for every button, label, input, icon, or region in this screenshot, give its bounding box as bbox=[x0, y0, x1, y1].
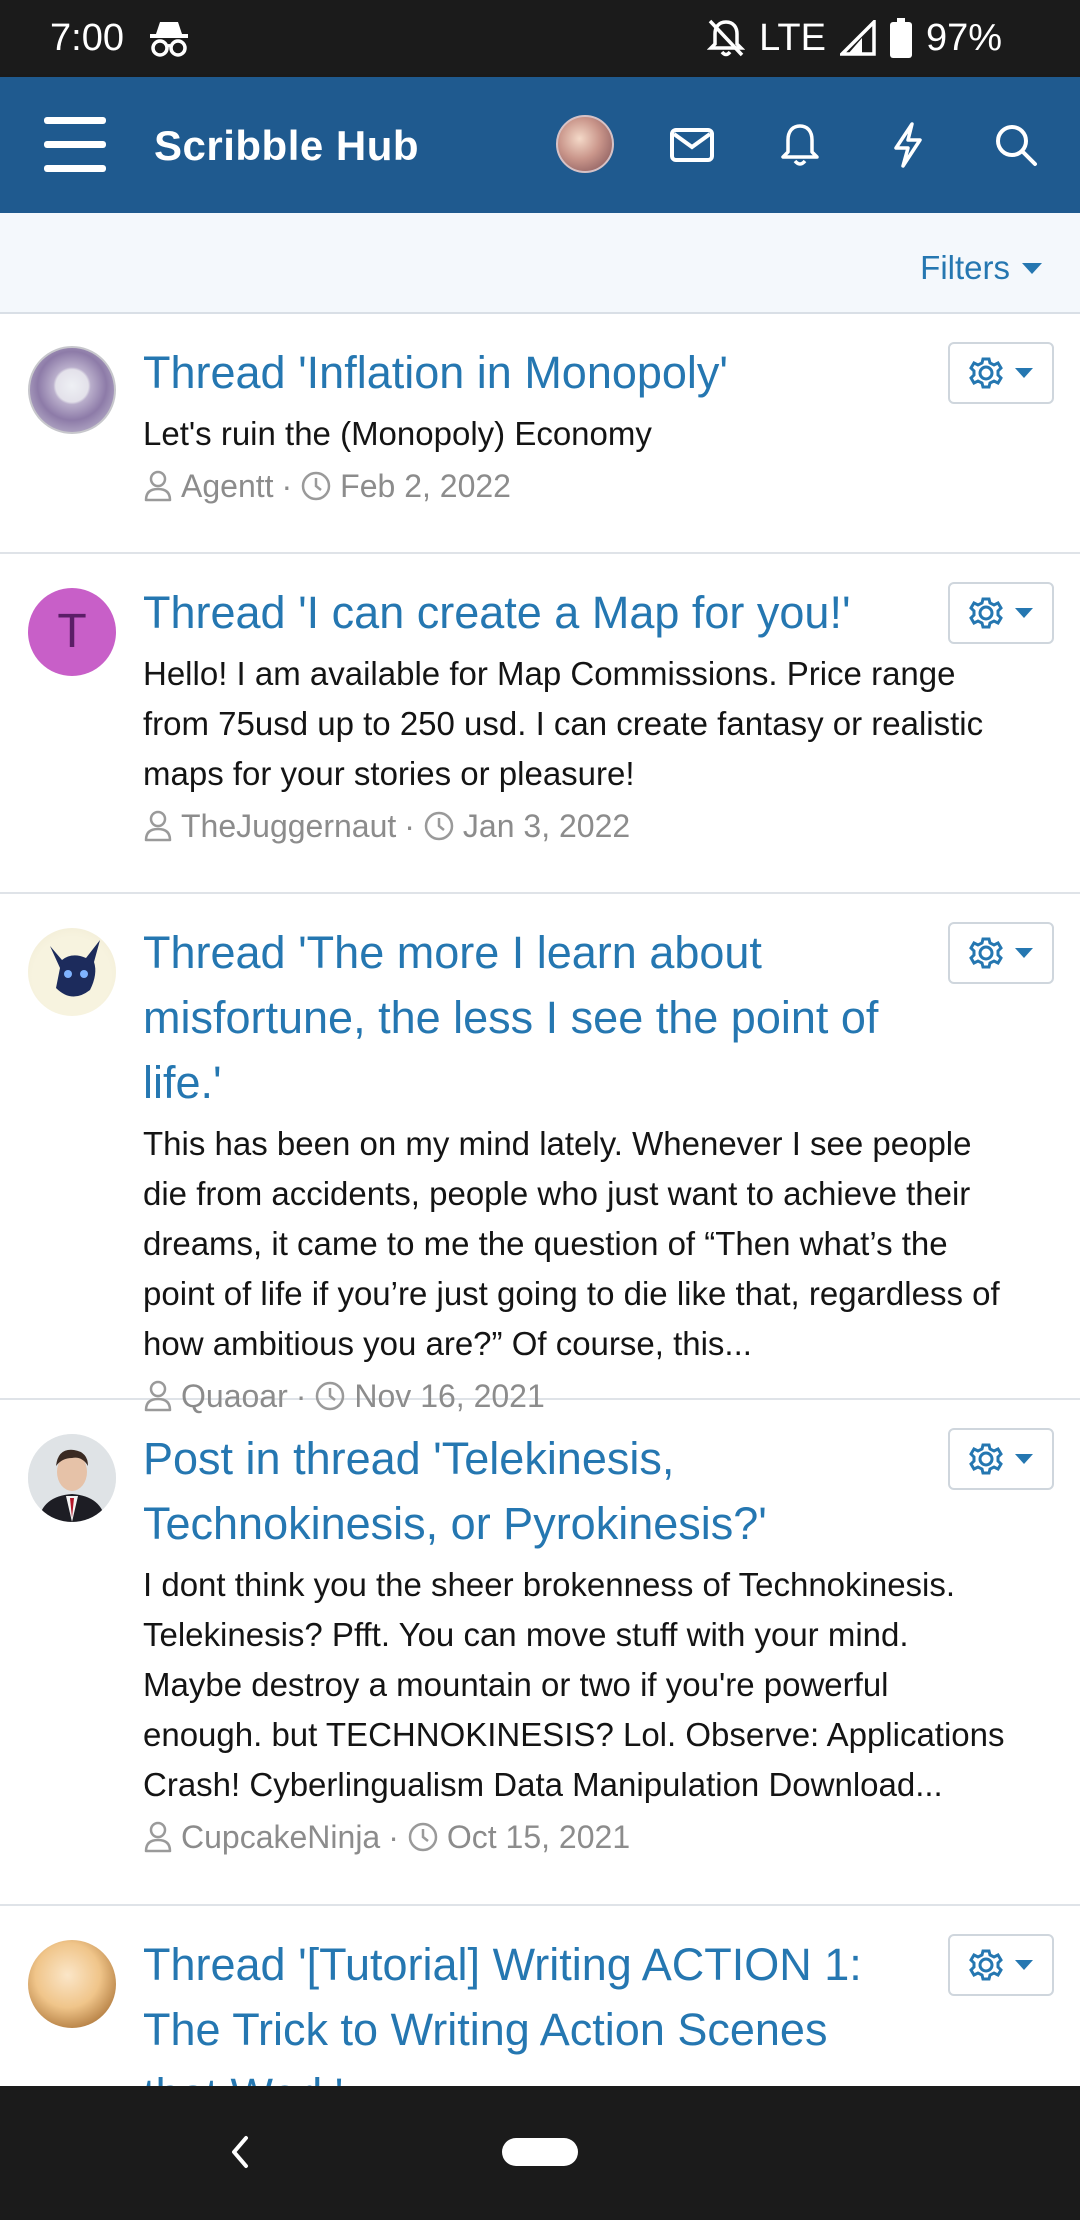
avatar[interactable] bbox=[28, 1940, 116, 2028]
chevron-down-icon bbox=[1015, 1960, 1033, 1970]
clock-icon bbox=[301, 471, 331, 501]
menu-icon[interactable] bbox=[44, 117, 106, 173]
chevron-down-icon bbox=[1015, 368, 1033, 378]
gear-icon bbox=[969, 1443, 1003, 1475]
item-options-button[interactable] bbox=[948, 1934, 1054, 1996]
filters-label: Filters bbox=[920, 249, 1010, 286]
search-results-list: Thread 'Inflation in Monopoly' Let's rui… bbox=[0, 314, 1080, 2086]
result-snippet: This has been on my mind lately. Wheneve… bbox=[143, 1125, 1000, 1362]
list-item: Thread '[Tutorial] Writing ACTION 1: The… bbox=[0, 1906, 1080, 2086]
avatar[interactable]: T bbox=[28, 588, 116, 676]
search-icon[interactable] bbox=[988, 117, 1044, 173]
signal-icon bbox=[839, 20, 876, 56]
creature-avatar-image bbox=[50, 940, 100, 997]
result-title[interactable]: Thread 'The more I learn about misfortun… bbox=[143, 920, 1010, 1115]
chevron-down-icon bbox=[1015, 948, 1033, 958]
chevron-down-icon bbox=[1015, 1454, 1033, 1464]
chevron-down-icon bbox=[1022, 262, 1042, 274]
user-icon bbox=[144, 810, 172, 842]
gear-icon bbox=[969, 597, 1003, 629]
network-type: LTE bbox=[759, 16, 826, 59]
author-link[interactable]: Agentt bbox=[181, 463, 274, 509]
list-item: Thread 'Inflation in Monopoly' Let's rui… bbox=[0, 314, 1080, 554]
app-header: Scribble Hub bbox=[0, 77, 1080, 213]
incognito-icon bbox=[150, 22, 188, 57]
result-snippet: Let's ruin the (Monopoly) Economy bbox=[143, 415, 652, 452]
item-options-button[interactable] bbox=[948, 342, 1054, 404]
result-meta: TheJuggernaut · Jan 3, 2022 bbox=[143, 803, 1010, 849]
home-pill[interactable] bbox=[502, 2138, 578, 2166]
item-options-button[interactable] bbox=[948, 922, 1054, 984]
gear-icon bbox=[969, 937, 1003, 969]
clock-icon bbox=[408, 1822, 438, 1852]
avatar-letter: T bbox=[57, 605, 87, 658]
mail-icon[interactable] bbox=[664, 117, 720, 173]
status-time: 7:00 bbox=[50, 17, 124, 59]
result-meta: Agentt · Feb 2, 2022 bbox=[143, 463, 1010, 509]
filters-button[interactable]: Filters bbox=[920, 249, 1042, 287]
battery-icon bbox=[889, 18, 912, 58]
clock-icon bbox=[424, 811, 454, 841]
avatar[interactable] bbox=[28, 346, 116, 434]
item-options-button[interactable] bbox=[948, 1428, 1054, 1490]
brand-logo[interactable]: Scribble Hub bbox=[154, 119, 419, 173]
back-icon[interactable] bbox=[222, 2132, 258, 2172]
mute-bell-icon bbox=[707, 19, 746, 57]
user-avatar[interactable] bbox=[556, 115, 614, 173]
result-title[interactable]: Post in thread 'Telekinesis, Technokines… bbox=[143, 1426, 1010, 1556]
filters-bar: Filters bbox=[0, 213, 1080, 314]
list-item: T Thread 'I can create a Map for you!' H… bbox=[0, 554, 1080, 894]
bell-icon[interactable] bbox=[772, 117, 828, 173]
user-icon bbox=[144, 1821, 172, 1853]
post-date[interactable]: Jan 3, 2022 bbox=[463, 803, 630, 849]
post-date[interactable]: Feb 2, 2022 bbox=[340, 463, 511, 509]
avatar[interactable] bbox=[28, 928, 116, 1016]
list-item: Post in thread 'Telekinesis, Technokines… bbox=[0, 1400, 1080, 1906]
post-date[interactable]: Oct 15, 2021 bbox=[447, 1814, 630, 1860]
gear-icon bbox=[969, 1949, 1003, 1981]
result-meta: CupcakeNinja · Oct 15, 2021 bbox=[143, 1814, 1010, 1860]
battery-level: 97% bbox=[925, 16, 1002, 59]
result-title[interactable]: Thread 'I can create a Map for you!' bbox=[143, 580, 1010, 645]
status-bar: 7:00 LTE 97% bbox=[0, 0, 1080, 77]
result-snippet: I dont think you the sheer brokenness of… bbox=[143, 1566, 1005, 1803]
user-icon bbox=[144, 470, 172, 502]
result-snippet: Hello! I am available for Map Commission… bbox=[143, 655, 984, 792]
system-nav-bar bbox=[0, 2086, 1080, 2220]
bolt-icon[interactable] bbox=[880, 117, 936, 173]
result-title[interactable]: Thread '[Tutorial] Writing ACTION 1: The… bbox=[143, 1932, 1010, 2086]
author-link[interactable]: TheJuggernaut bbox=[181, 803, 396, 849]
item-options-button[interactable] bbox=[948, 582, 1054, 644]
gear-icon bbox=[969, 357, 1003, 389]
result-title[interactable]: Thread 'Inflation in Monopoly' bbox=[143, 340, 1010, 405]
person-avatar-image bbox=[28, 1434, 116, 1522]
chevron-down-icon bbox=[1015, 608, 1033, 618]
avatar[interactable] bbox=[28, 1434, 116, 1522]
author-link[interactable]: CupcakeNinja bbox=[181, 1814, 380, 1860]
list-item: Thread 'The more I learn about misfortun… bbox=[0, 894, 1080, 1414]
